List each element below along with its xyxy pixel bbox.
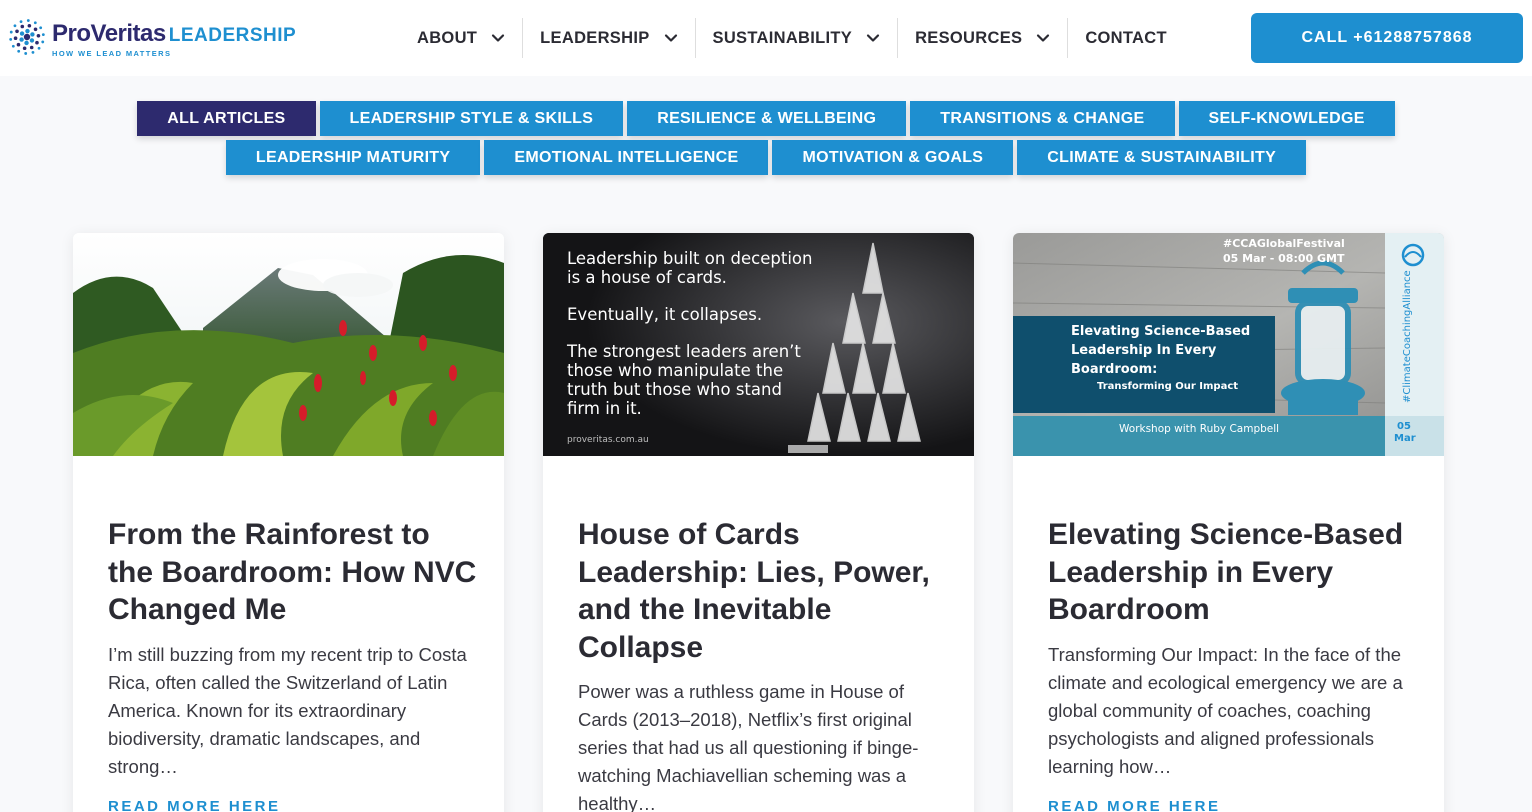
image-side-hashtag: #ClimateCoachingAlliance <box>1402 270 1413 403</box>
image-workshop-label: Workshop with Ruby Campbell <box>1119 423 1280 435</box>
nav-label: LEADERSHIP <box>540 28 650 47</box>
filter-all-articles[interactable]: ALL ARTICLES <box>137 101 316 136</box>
nav-label: SUSTAINABILITY <box>712 28 853 47</box>
filter-leadership-maturity[interactable]: LEADERSHIP MATURITY <box>225 140 481 175</box>
image-datetime: 05 Mar - 08:00 GMT <box>1223 252 1345 265</box>
image-text-line: is a house of cards. <box>567 268 727 287</box>
filter-transitions-change[interactable]: TRANSITIONS & CHANGE <box>910 101 1175 136</box>
call-button[interactable]: CALL +61288757868 <box>1251 13 1523 63</box>
read-more-link[interactable]: READ MORE HERE <box>108 798 281 812</box>
article-image-rainforest[interactable] <box>73 233 504 456</box>
image-footer-url: proveritas.com.au <box>567 435 649 445</box>
filter-motivation-goals[interactable]: MOTIVATION & GOALS <box>772 140 1014 175</box>
rainforest-image <box>73 233 504 456</box>
main-nav: ABOUT LEADERSHIP SUSTAINABILITY RESOURCE… <box>400 18 1184 58</box>
article-image-house-of-cards[interactable]: Leadership built on deception is a house… <box>543 233 974 456</box>
site-logo[interactable]: ProVeritas LEADERSHIP HOW WE LEAD MATTERS <box>8 18 308 60</box>
nav-label: CONTACT <box>1085 28 1167 47</box>
logo-brand-text: ProVeritas <box>52 20 166 47</box>
nav-label: ABOUT <box>417 28 478 47</box>
article-card: #CCAGlobalFestival 05 Mar - 08:00 GMT El… <box>1013 233 1444 812</box>
chevron-down-icon <box>1037 34 1050 42</box>
nav-item-about[interactable]: ABOUT <box>400 18 522 58</box>
logo-tagline: HOW WE LEAD MATTERS <box>52 49 172 58</box>
image-month: Mar <box>1394 433 1416 444</box>
chevron-down-icon <box>492 34 505 42</box>
filter-leadership-style-skills[interactable]: LEADERSHIP STYLE & SKILLS <box>319 101 624 136</box>
image-text-line: truth but those who stand <box>567 380 782 399</box>
site-header: ProVeritas LEADERSHIP HOW WE LEAD MATTERS… <box>0 0 1532 76</box>
image-day: 05 <box>1397 421 1411 432</box>
chevron-down-icon <box>664 34 677 42</box>
read-more-link[interactable]: READ MORE HERE <box>1048 798 1221 812</box>
article-card: Leadership built on deception is a house… <box>543 233 974 812</box>
filter-resilience-wellbeing[interactable]: RESILIENCE & WELLBEING <box>627 101 907 136</box>
category-filters: ALL ARTICLES LEADERSHIP STYLE & SKILLS R… <box>0 101 1532 179</box>
filter-self-knowledge[interactable]: SELF-KNOWLEDGE <box>1178 101 1395 136</box>
article-excerpt: I’m still buzzing from my recent trip to… <box>108 644 467 777</box>
article-image-science-leadership[interactable]: #CCAGlobalFestival 05 Mar - 08:00 GMT El… <box>1013 233 1444 456</box>
image-text-line: Eventually, it collapses. <box>567 305 763 324</box>
nav-item-resources[interactable]: RESOURCES <box>898 18 1067 58</box>
article-title[interactable]: Elevating Science-Based Leadership in Ev… <box>1048 516 1418 629</box>
filter-emotional-intelligence[interactable]: EMOTIONAL INTELLIGENCE <box>484 140 769 175</box>
nav-item-contact[interactable]: CONTACT <box>1068 18 1184 58</box>
article-excerpt: Transforming Our Impact: In the face of … <box>1048 644 1403 777</box>
logo-dots-icon <box>9 19 45 55</box>
image-text-line: those who manipulate the <box>567 361 784 380</box>
article-title[interactable]: From the Rainforest to the Boardroom: Ho… <box>108 516 478 629</box>
chevron-down-icon <box>866 34 880 42</box>
image-subheading: Transforming Our Impact <box>1097 381 1239 392</box>
image-heading-line: Boardroom: <box>1071 362 1158 377</box>
image-text-line: Leadership built on deception <box>567 249 813 268</box>
filter-row: LEADERSHIP MATURITY EMOTIONAL INTELLIGEN… <box>0 140 1532 175</box>
image-heading-line: Leadership In Every <box>1071 343 1217 358</box>
image-heading-line: Elevating Science-Based <box>1071 324 1251 339</box>
filter-climate-sustainability[interactable]: CLIMATE & SUSTAINABILITY <box>1017 140 1307 175</box>
nav-label: RESOURCES <box>915 28 1023 47</box>
nav-item-sustainability[interactable]: SUSTAINABILITY <box>696 18 898 58</box>
nav-item-leadership[interactable]: LEADERSHIP <box>523 18 694 58</box>
article-excerpt: Power was a ruthless game in House of Ca… <box>578 681 919 812</box>
image-text-line: The strongest leaders aren’t <box>567 342 801 361</box>
image-hashtag: #CCAGlobalFestival <box>1223 237 1345 250</box>
logo-suffix-text: LEADERSHIP <box>168 25 297 46</box>
filter-row: ALL ARTICLES LEADERSHIP STYLE & SKILLS R… <box>0 101 1532 136</box>
image-text-line: firm in it. <box>567 399 642 418</box>
article-card: From the Rainforest to the Boardroom: Ho… <box>73 233 504 812</box>
article-title[interactable]: House of Cards Leadership: Lies, Power, … <box>578 516 948 666</box>
